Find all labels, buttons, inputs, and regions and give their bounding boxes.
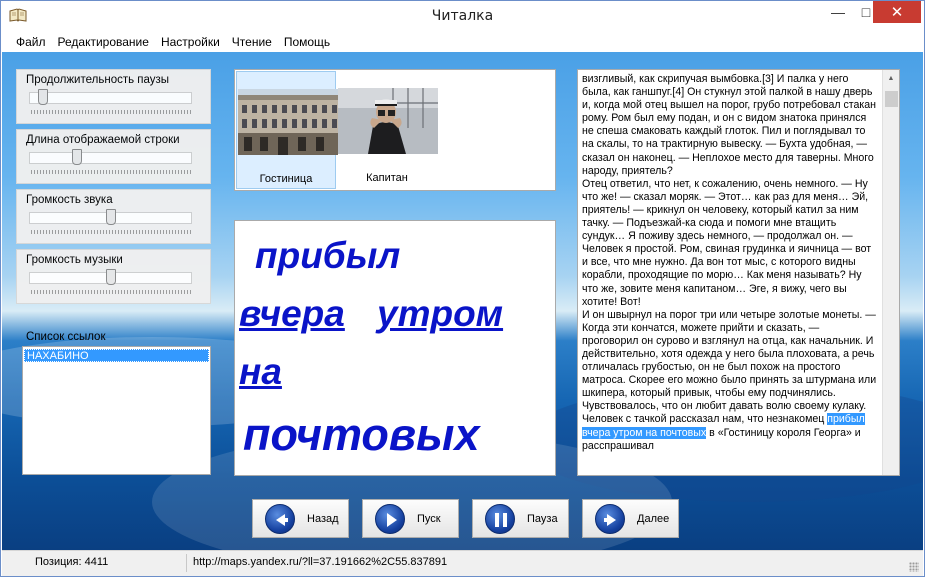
app-window: Читалка — □ ✕ Файл Редактирование Настро… [0,0,925,577]
pause-button[interactable]: Пауза [472,499,569,538]
links-list[interactable]: НАХАБИНО [22,346,211,475]
slider-ticks [31,290,191,294]
sound-volume-label: Громкость звука [26,194,113,206]
window-title: Читалка [431,8,494,24]
pause-duration-label: Продолжительность паузы [26,74,170,86]
pause-duration-track[interactable] [29,92,192,104]
display-word: почтовых [243,409,480,460]
book-text: визгливый, как скрипучая вымбовка.[3] И … [582,73,878,453]
play-icon [375,503,405,534]
back-button[interactable]: Назад [252,499,349,538]
next-button-label: Далее [637,512,670,525]
menu-bar: Файл Редактирование Настройки Чтение Пом… [2,32,923,52]
line-length-label: Длина отображаемой строки [26,134,180,146]
play-button[interactable]: Пуск [362,499,459,538]
slider-ticks [31,170,191,174]
line-length-slider-group: Длина отображаемой строки [16,129,211,184]
book-text-before: визгливый, как скрипучая вымбовка.[3] И … [582,73,877,426]
music-volume-slider-thumb[interactable] [105,269,116,285]
menu-reading[interactable]: Чтение [232,35,272,49]
back-arrow-icon [265,503,295,534]
word-display-panel: прибыл вчера утром на почтовых [234,220,556,476]
pause-icon [485,503,515,534]
sound-volume-slider-thumb[interactable] [105,209,116,225]
scroll-up-icon[interactable]: ▲ [883,70,899,87]
status-bar: Позиция: 4411 http://maps.yandex.ru/?ll=… [2,550,923,576]
image-caption-hotel: Гостиница [259,173,313,185]
minimize-button[interactable]: — [824,1,852,23]
hotel-image [238,89,338,155]
image-item-captain[interactable]: Капитан [337,71,438,189]
close-button[interactable]: ✕ [873,1,921,23]
links-list-item[interactable]: НАХАБИНО [24,349,209,362]
pause-duration-slider-thumb[interactable] [37,89,48,105]
image-item-hotel[interactable]: Гостиница [236,71,338,189]
music-volume-slider-group: Громкость музыки [16,249,211,304]
display-word: прибыл [255,235,401,276]
display-word: утром [377,293,504,334]
menu-settings[interactable]: Настройки [161,35,220,49]
line-length-track[interactable] [29,152,192,164]
menu-help[interactable]: Помощь [284,35,330,49]
play-button-label: Пуск [417,512,441,525]
status-url: http://maps.yandex.ru/?ll=37.191662%2C55… [193,556,448,568]
back-button-label: Назад [307,512,339,525]
display-word: вчера [239,293,345,334]
links-list-label: Список ссылок [26,331,106,343]
images-panel: Гостиница Капитан [234,69,556,191]
line-length-slider-thumb[interactable] [72,149,83,165]
forward-arrow-icon [595,503,625,534]
display-word: на [239,351,282,392]
resize-grip-icon[interactable] [909,562,919,572]
slider-ticks [31,110,191,114]
book-text-panel[interactable]: визгливый, как скрипучая вымбовка.[3] И … [577,69,900,476]
image-caption-captain: Капитан [366,172,408,184]
music-volume-label: Громкость музыки [26,254,123,266]
pause-duration-slider-group: Продолжительность паузы [16,69,211,124]
slider-ticks [31,230,191,234]
menu-file[interactable]: Файл [16,35,46,49]
content-area: Продолжительность паузы Длина отображаем… [2,52,923,550]
status-divider [186,554,187,572]
scroll-thumb[interactable] [885,91,898,107]
next-button[interactable]: Далее [582,499,679,538]
sound-volume-slider-group: Громкость звука [16,189,211,244]
title-bar: Читалка — □ ✕ [1,1,924,31]
status-position: Позиция: 4411 [35,556,109,568]
text-scrollbar[interactable]: ▲ [882,70,899,475]
pause-button-label: Пауза [527,512,558,525]
captain-image [338,88,438,154]
menu-edit[interactable]: Редактирование [58,35,149,49]
